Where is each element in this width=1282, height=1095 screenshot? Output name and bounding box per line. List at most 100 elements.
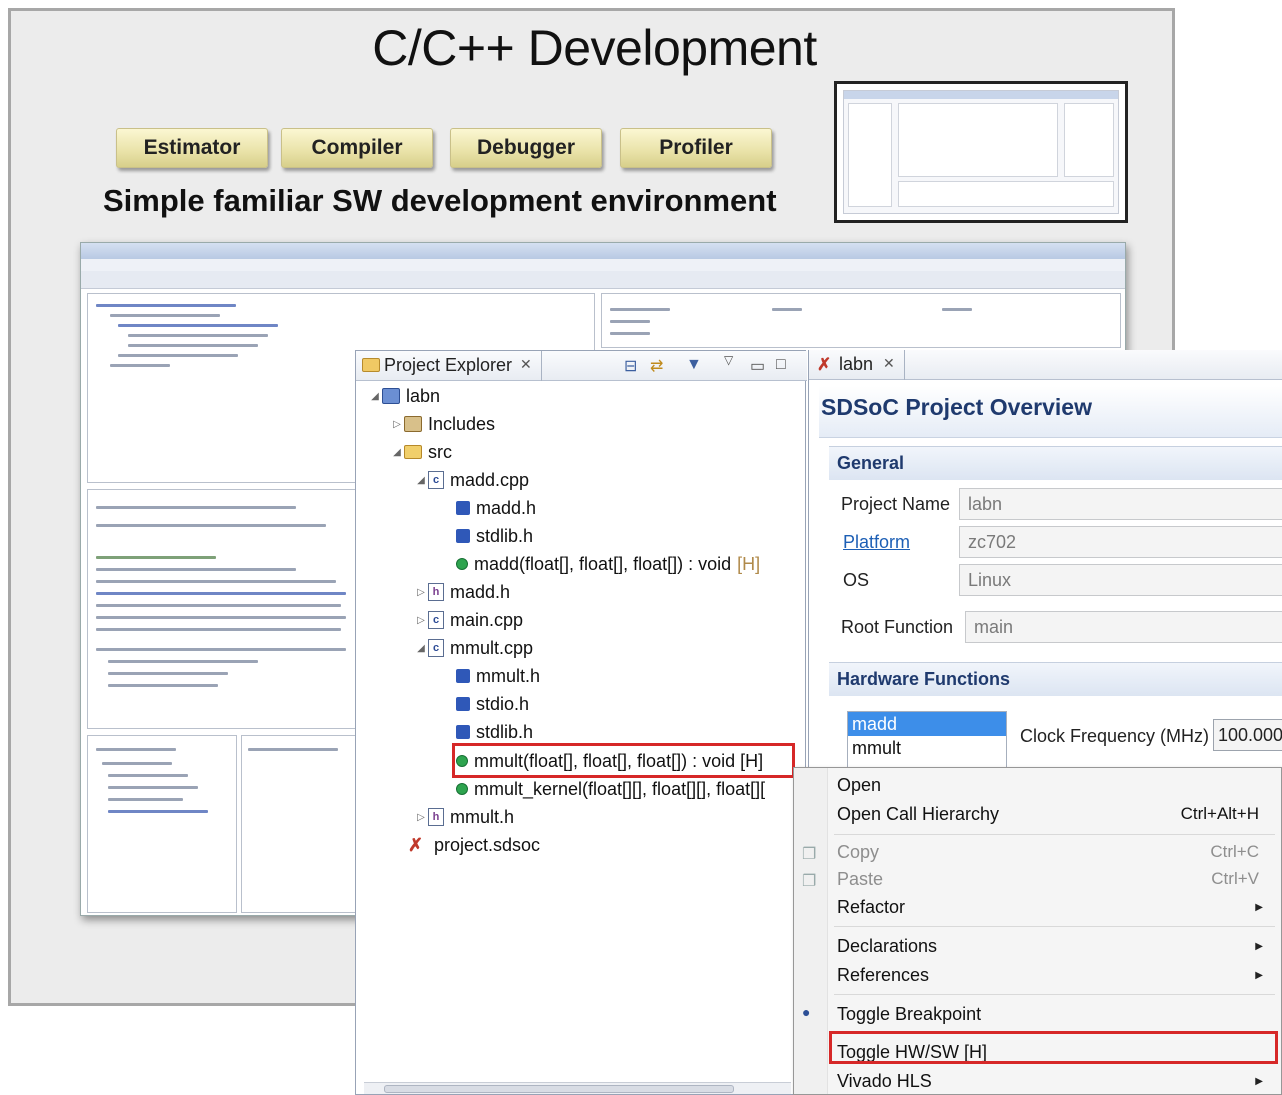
link-editor-icon[interactable]: ⇄ xyxy=(650,356,663,376)
tree-item-labn[interactable]: ◢ labn xyxy=(368,383,440,409)
menu-item-label: References xyxy=(837,964,930,985)
tree-item-main-cpp[interactable]: ▷ c main.cpp xyxy=(414,607,523,633)
tree-item-label: project.sdsoc xyxy=(434,834,541,855)
menu-item-label: Open Call Hierarchy xyxy=(837,803,1000,824)
close-icon[interactable]: ✕ xyxy=(883,355,895,372)
tree-item-label: Includes xyxy=(428,413,496,434)
tree-item-label: madd.h xyxy=(476,497,537,518)
tree-item-stdio-h-include[interactable]: stdio.h xyxy=(456,691,529,717)
estimator-label: Estimator xyxy=(116,128,268,168)
slide-subtitle: Simple familiar SW development environme… xyxy=(103,183,777,218)
shortcut-label: Ctrl+C xyxy=(1210,842,1259,861)
header-file-icon: h xyxy=(428,808,444,826)
menu-item-declarations[interactable]: Declarations ▶ xyxy=(837,933,1277,959)
tree-item-label: main.cpp xyxy=(450,609,524,630)
view-menu-icon[interactable]: ▽ xyxy=(724,353,733,367)
list-item-madd[interactable]: madd xyxy=(848,712,1006,736)
hardware-tag: [H] xyxy=(737,553,761,574)
tree-item-mmult-h[interactable]: ▷ h mmult.h xyxy=(414,804,514,830)
menu-item-label: Open xyxy=(837,774,882,795)
expanded-arrow-icon[interactable]: ◢ xyxy=(390,447,404,458)
platform-field[interactable]: zc702 xyxy=(959,526,1282,558)
tree-item-label: stdlib.h xyxy=(476,525,534,546)
expanded-arrow-icon[interactable]: ◢ xyxy=(414,475,428,486)
tree-item-label: mmult_kernel(float[][], float[][], float… xyxy=(474,778,766,799)
tree-item-mmult-h-include[interactable]: mmult.h xyxy=(456,663,540,689)
overview-header: SDSoC Project Overview xyxy=(819,386,1282,438)
collapsed-arrow-icon[interactable]: ▷ xyxy=(414,587,428,598)
include-icon xyxy=(456,501,470,515)
close-icon[interactable]: ✕ xyxy=(520,356,532,373)
root-function-field[interactable]: main xyxy=(965,611,1282,643)
tree-item-label: mmult.h xyxy=(476,665,541,686)
clock-frequency-field[interactable]: 100.000 xyxy=(1213,719,1282,751)
labn-tab-label: labn xyxy=(839,354,874,374)
collapse-all-icon[interactable]: ⊟ xyxy=(624,356,637,376)
labn-editor-tab[interactable]: ✗ labn ✕ xyxy=(809,350,1282,380)
sdsoc-project-icon: ✗ xyxy=(408,834,424,855)
minimize-icon[interactable]: ▭ xyxy=(750,356,765,376)
project-name-label: Project Name xyxy=(841,494,951,514)
menu-item-label: Declarations xyxy=(837,935,938,956)
shortcut-label: Ctrl+V xyxy=(1211,869,1259,888)
tree-item-madd-h[interactable]: ▷ h madd.h xyxy=(414,579,510,605)
project-name-field[interactable]: labn xyxy=(959,488,1282,520)
expanded-arrow-icon[interactable]: ◢ xyxy=(414,643,428,654)
filter-icon[interactable]: ▼ xyxy=(686,356,702,374)
cpp-file-icon: c xyxy=(428,639,444,657)
list-item-mmult[interactable]: mmult xyxy=(848,736,1006,760)
menu-item-references[interactable]: References ▶ xyxy=(837,962,1277,988)
tree-item-madd-cpp[interactable]: ◢ c madd.cpp xyxy=(414,467,529,493)
collapsed-arrow-icon[interactable]: ▷ xyxy=(414,812,428,823)
profiler-label: Profiler xyxy=(620,128,772,168)
cpp-file-icon: c xyxy=(428,611,444,629)
tree-item-includes[interactable]: ▷ Includes xyxy=(390,411,495,437)
tree-item-stdlib-h-include-2[interactable]: stdlib.h xyxy=(456,719,533,745)
menu-item-copy[interactable]: Copy Ctrl+C xyxy=(837,839,1277,865)
tree-item-madd-function[interactable]: madd(float[], float[], float[]) : void [… xyxy=(456,551,760,577)
breakpoint-icon: ● xyxy=(802,1004,811,1020)
overview-title: SDSoC Project Overview xyxy=(821,394,1092,420)
collapsed-arrow-icon[interactable]: ▷ xyxy=(414,615,428,626)
tree-item-mmult-kernel-function[interactable]: mmult_kernel(float[][], float[][], float… xyxy=(456,776,765,802)
hardware-functions-title: Hardware Functions xyxy=(837,669,1011,689)
maximize-icon[interactable]: □ xyxy=(776,356,786,374)
tree-item-project-sdsoc[interactable]: ✗ project.sdsoc xyxy=(408,832,540,858)
expanded-arrow-icon[interactable]: ◢ xyxy=(368,391,382,402)
hardware-functions-section[interactable]: Hardware Functions xyxy=(829,662,1282,696)
horizontal-scrollbar[interactable] xyxy=(364,1082,791,1094)
general-section-title: General xyxy=(837,453,905,473)
slide-title: C/C++ Development xyxy=(372,20,817,76)
menu-item-open-call-hierarchy[interactable]: Open Call Hierarchy Ctrl+Alt+H xyxy=(837,801,1277,827)
collapsed-arrow-icon[interactable]: ▷ xyxy=(390,419,404,430)
highlight-box-toggle-hw-sw xyxy=(829,1031,1278,1064)
menu-item-open[interactable]: Open xyxy=(837,772,1277,798)
tree-item-label: stdlib.h xyxy=(476,721,534,742)
tree-item-stdlib-h-include[interactable]: stdlib.h xyxy=(456,523,533,549)
folder-icon xyxy=(362,358,380,372)
tree-item-label: madd.h xyxy=(450,581,511,602)
tree-item-src[interactable]: ◢ src xyxy=(390,439,452,465)
submenu-arrow-icon: ▶ xyxy=(1255,1075,1263,1087)
scrollbar-thumb[interactable] xyxy=(384,1085,734,1093)
root-function-label: Root Function xyxy=(841,617,954,637)
project-explorer-panel: Project Explorer ✕ ⊟ ⇄ ▼ ▽ ▭ □ ◢ labn ▷ … xyxy=(355,350,807,1095)
menu-item-label: Paste xyxy=(837,868,884,889)
compiler-label: Compiler xyxy=(281,128,433,168)
os-field[interactable]: Linux xyxy=(959,564,1282,596)
sdsoc-project-icon: ✗ xyxy=(817,355,832,374)
menu-item-vivado-hls[interactable]: Vivado HLS ▶ xyxy=(837,1068,1277,1094)
general-section[interactable]: General xyxy=(829,446,1282,480)
hardware-functions-list[interactable]: madd mmult xyxy=(847,711,1007,771)
includes-icon xyxy=(404,416,422,432)
os-label: OS xyxy=(843,570,870,590)
tree-item-mmult-cpp[interactable]: ◢ c mmult.cpp xyxy=(414,635,533,661)
project-explorer-tab[interactable]: Project Explorer ✕ ⊟ ⇄ ▼ ▽ ▭ □ xyxy=(356,351,807,381)
menu-item-toggle-breakpoint[interactable]: Toggle Breakpoint xyxy=(837,1001,1277,1027)
platform-link[interactable]: Platform xyxy=(843,532,910,553)
menu-item-refactor[interactable]: Refactor ▶ xyxy=(837,894,1277,920)
menu-item-paste[interactable]: Paste Ctrl+V xyxy=(837,866,1277,892)
submenu-arrow-icon: ▶ xyxy=(1255,940,1263,952)
clock-frequency-label: Clock Frequency (MHz) xyxy=(1020,726,1210,746)
tree-item-madd-h-include[interactable]: madd.h xyxy=(456,495,536,521)
